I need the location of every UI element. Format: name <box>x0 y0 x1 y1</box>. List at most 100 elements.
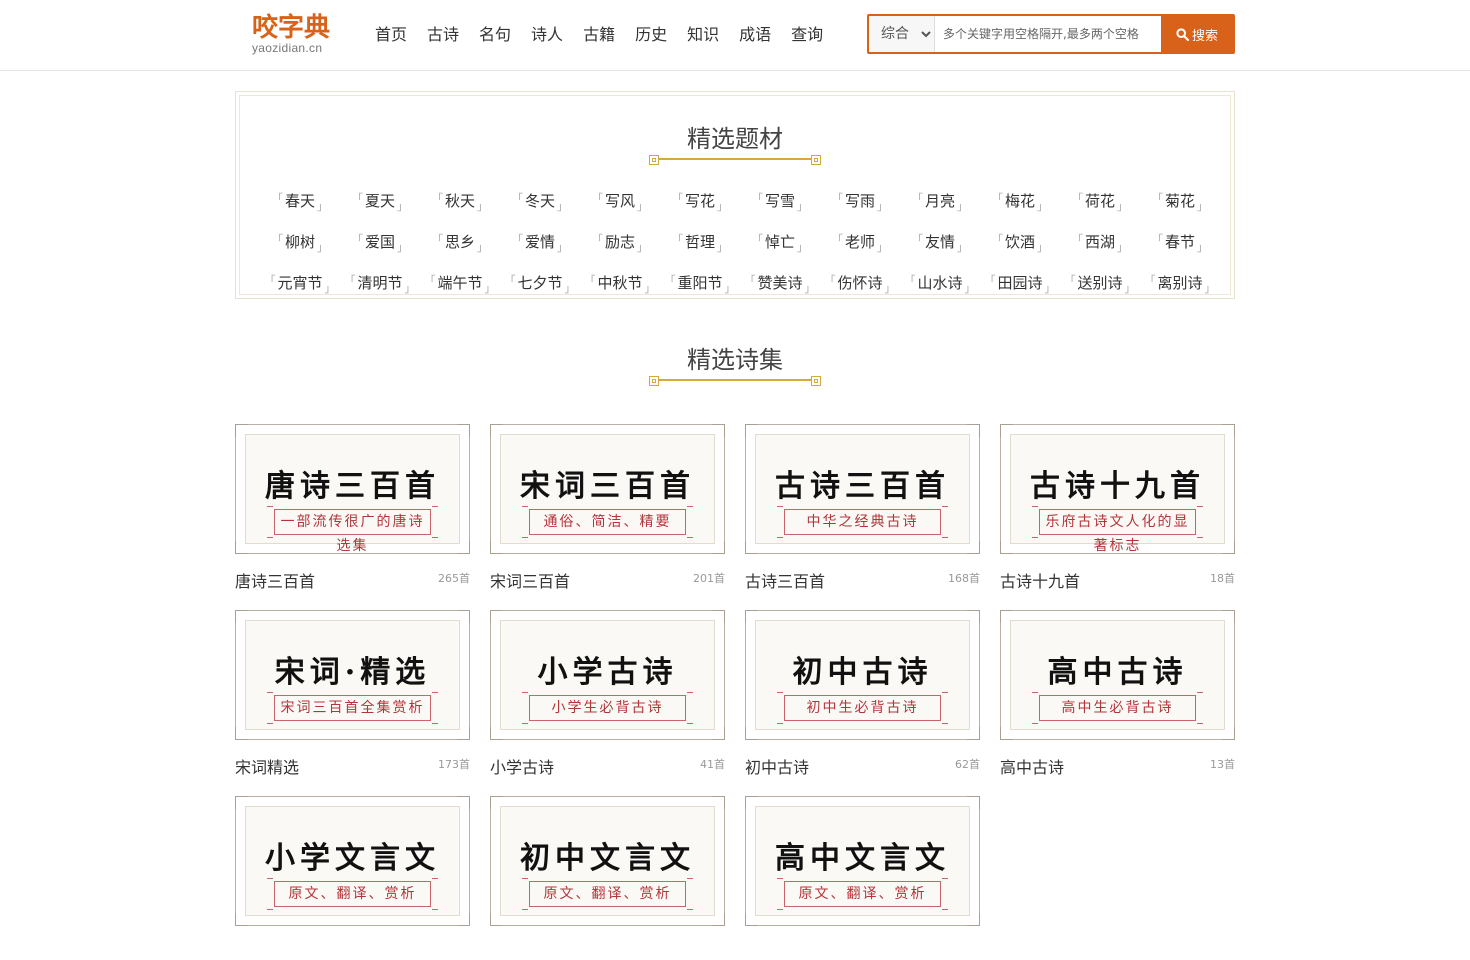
tag-bracket-close: 」 <box>1044 282 1056 295</box>
topic-tag[interactable]: 「思乡」 <box>420 229 500 259</box>
nav-idioms[interactable]: 成语 <box>739 0 771 70</box>
collection-cover[interactable]: 唐诗三百首 一部流传很广的唐诗选集 <box>235 424 470 554</box>
title-underline <box>649 158 821 160</box>
collection-card[interactable]: 初中文言文 原文、翻译、赏析 <box>490 796 725 960</box>
collection-cover[interactable]: 高中古诗 高中生必背古诗 <box>1000 610 1235 740</box>
collection-name[interactable]: 唐诗三百首 <box>235 568 315 592</box>
collection-card[interactable]: 古诗三百首 中华之经典古诗 古诗三百首 168首 <box>745 424 980 591</box>
collection-card[interactable]: 小学古诗 小学生必背古诗 小学古诗 41首 <box>490 610 725 777</box>
collection-card[interactable]: 小学文言文 原文、翻译、赏析 <box>235 796 470 960</box>
cover-panel: 小学古诗 小学生必背古诗 <box>500 620 715 730</box>
collection-name[interactable]: 高中古诗 <box>1000 754 1064 778</box>
topic-tag[interactable]: 「写雪」 <box>740 188 820 218</box>
topic-tag[interactable]: 「柳树」 <box>260 229 340 259</box>
topic-tag[interactable]: 「菊花」 <box>1140 188 1220 218</box>
topic-tag[interactable]: 「写花」 <box>660 188 740 218</box>
site-logo[interactable]: 咬字典 yaozidian.cn <box>252 14 342 56</box>
topic-tag[interactable]: 「西湖」 <box>1060 229 1140 259</box>
tag-bracket-open: 「 <box>911 192 923 205</box>
search-button[interactable]: 搜索 <box>1161 16 1233 52</box>
collections-grid: 唐诗三百首 一部流传很广的唐诗选集 唐诗三百首 265首 宋词三百首 通俗、简洁、精要 宋词… <box>235 424 1235 960</box>
tag-bracket-close: 」 <box>1197 200 1208 213</box>
nav-history[interactable]: 历史 <box>635 0 667 70</box>
collection-cover[interactable]: 初中文言文 原文、翻译、赏析 <box>490 796 725 926</box>
collection-name[interactable]: 宋词精选 <box>235 754 299 778</box>
topic-tag[interactable]: 「写风」 <box>580 188 660 218</box>
topic-tag[interactable]: 「爱国」 <box>340 229 420 259</box>
tag-bracket-close: 」 <box>637 241 648 254</box>
collection-cover[interactable]: 古诗三百首 中华之经典古诗 <box>745 424 980 554</box>
search-category-select[interactable]: 综合 <box>869 16 935 52</box>
tag-bracket-open: 「 <box>671 233 683 246</box>
topic-tag[interactable]: 「元宵节」 <box>260 270 340 300</box>
topic-tag[interactable]: 「写雨」 <box>820 188 900 218</box>
collection-card[interactable]: 高中古诗 高中生必背古诗 高中古诗 13首 <box>1000 610 1235 777</box>
collection-count: 265首 <box>438 572 470 585</box>
topic-tag[interactable]: 「清明节」 <box>340 270 420 300</box>
collection-name[interactable]: 古诗十九首 <box>1000 568 1080 592</box>
topic-tag[interactable]: 「中秋节」 <box>580 270 660 300</box>
collection-name[interactable]: 宋词三百首 <box>490 568 570 592</box>
topic-tag[interactable]: 「伤怀诗」 <box>820 270 900 300</box>
tag-bracket-close: 」 <box>1037 241 1048 254</box>
topic-tag[interactable]: 「春节」 <box>1140 229 1220 259</box>
collection-card[interactable]: 唐诗三百首 一部流传很广的唐诗选集唐诗三百首 265首 <box>235 424 470 591</box>
collection-name[interactable]: 初中古诗 <box>745 754 809 778</box>
topic-tag-label: 夏天 <box>364 192 395 210</box>
nav-poems[interactable]: 古诗 <box>427 0 459 70</box>
collection-cover[interactable]: 古诗十九首 乐府古诗文人化的显著标志 <box>1000 424 1235 554</box>
topic-tag[interactable]: 「赞美诗」 <box>740 270 820 300</box>
topic-tag[interactable]: 「端午节」 <box>420 270 500 300</box>
collection-name[interactable]: 古诗三百首 <box>745 568 825 592</box>
topic-tag[interactable]: 「田园诗」 <box>980 270 1060 300</box>
search-input[interactable] <box>935 16 1161 52</box>
topic-tag[interactable]: 「夏天」 <box>340 188 420 218</box>
cover-panel: 唐诗三百首 一部流传很广的唐诗选集 <box>245 434 460 554</box>
topic-tag[interactable]: 「山水诗」 <box>900 270 980 300</box>
cover-title: 古诗十九首 <box>1030 469 1205 504</box>
topic-tag[interactable]: 「悼亡」 <box>740 229 820 259</box>
topic-tag[interactable]: 「冬天」 <box>500 188 580 218</box>
topic-tag[interactable]: 「荷花」 <box>1060 188 1140 218</box>
nav-classics[interactable]: 古籍 <box>583 0 615 70</box>
topic-tag-label: 清明节 <box>357 274 403 292</box>
nav-lookup[interactable]: 查询 <box>791 0 823 70</box>
topic-tag[interactable]: 「友情」 <box>900 229 980 259</box>
collection-cover[interactable]: 宋词·精选 宋词三百首全集赏析 <box>235 610 470 740</box>
collection-cover[interactable]: 宋词三百首 通俗、简洁、精要 <box>490 424 725 554</box>
nav-quotes[interactable]: 名句 <box>479 0 511 70</box>
topic-tag[interactable]: 「爱情」 <box>500 229 580 259</box>
topic-tag[interactable]: 「老师」 <box>820 229 900 259</box>
topic-tag[interactable]: 「哲理」 <box>660 229 740 259</box>
collection-cover[interactable]: 小学文言文 原文、翻译、赏析 <box>235 796 470 926</box>
tag-bracket-open: 「 <box>991 192 1003 205</box>
tag-bracket-open: 「 <box>264 274 276 287</box>
collection-cover[interactable]: 初中古诗 初中生必背古诗 <box>745 610 980 740</box>
topic-tag[interactable]: 「励志」 <box>580 229 660 259</box>
tag-bracket-open: 「 <box>271 233 283 246</box>
collection-cover[interactable]: 高中文言文 原文、翻译、赏析 <box>745 796 980 926</box>
topic-tag[interactable]: 「重阳节」 <box>660 270 740 300</box>
collection-count: 201首 <box>693 572 725 585</box>
collection-card[interactable]: 宋词三百首 通俗、简洁、精要宋词三百首 201首 <box>490 424 725 591</box>
topic-tag-label: 田园诗 <box>997 274 1043 292</box>
cover-title: 小学文言文 <box>265 841 440 876</box>
collection-card[interactable]: 宋词·精选 宋词三百首全集赏析 宋词精选 173首 <box>235 610 470 777</box>
topic-tag[interactable]: 「七夕节」 <box>500 270 580 300</box>
topic-tag[interactable]: 「饮酒」 <box>980 229 1060 259</box>
collection-card[interactable]: 高中文言文 原文、翻译、赏析 <box>745 796 980 960</box>
topic-tag[interactable]: 「送别诗」 <box>1060 270 1140 300</box>
topic-tag[interactable]: 「梅花」 <box>980 188 1060 218</box>
nav-home[interactable]: 首页 <box>375 0 407 70</box>
topic-tag[interactable]: 「月亮」 <box>900 188 980 218</box>
collection-name[interactable]: 小学古诗 <box>490 754 554 778</box>
topic-tag[interactable]: 「秋天」 <box>420 188 500 218</box>
nav-poets[interactable]: 诗人 <box>531 0 563 70</box>
tag-bracket-close: 」 <box>1037 200 1048 213</box>
topic-tag[interactable]: 「春天」 <box>260 188 340 218</box>
nav-knowledge[interactable]: 知识 <box>687 0 719 70</box>
collection-card[interactable]: 初中古诗 初中生必背古诗 初中古诗 62首 <box>745 610 980 777</box>
collection-cover[interactable]: 小学古诗 小学生必背古诗 <box>490 610 725 740</box>
collection-card[interactable]: 古诗十九首 乐府古诗文人化的显著标志 古诗十九首 18首 <box>1000 424 1235 591</box>
topic-tag[interactable]: 「离别诗」 <box>1140 270 1220 300</box>
